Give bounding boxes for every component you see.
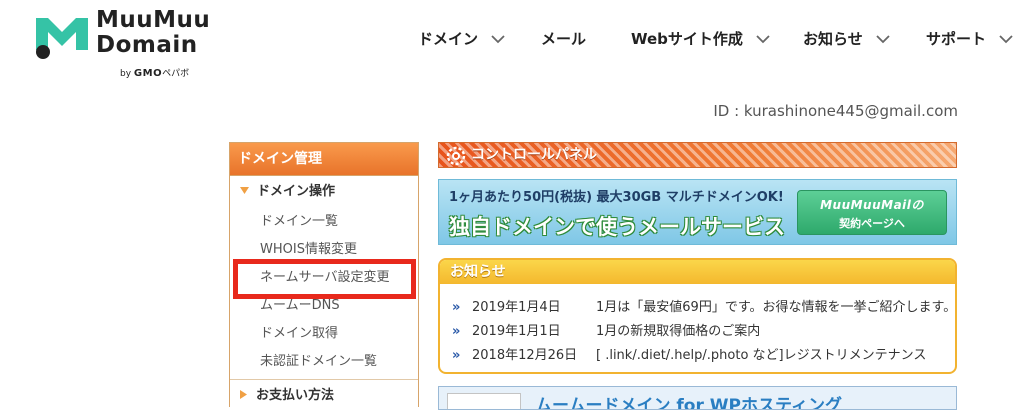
nav-mail[interactable]: メール [541,29,586,49]
banner-thumbnail [447,393,521,409]
wp-hosting-banner[interactable]: ムームードメイン for WPホスティング [438,386,957,410]
sidebar-section-domain-operations[interactable]: ドメイン操作 [230,176,418,208]
sidebar-item-unverified[interactable]: 未認証ドメイン一覧 [230,348,418,376]
news-panel: お知らせ » 2019年1月4日 1月は「最安値69円」です。お得な情報を一挙ご紹介… [438,258,957,374]
nav-support[interactable]: サポート [926,29,1013,49]
mail-banner-headline: 独自ドメインで使うメールサービス [449,215,785,239]
logo-pepabo: ペパボ [162,69,190,79]
nav-domain[interactable]: ドメイン [418,29,505,49]
news-date: 2019年1月4日 [472,300,561,315]
chevron-down-icon [999,35,1013,44]
nameserver-highlight-box [233,259,416,299]
news-date: 2019年1月1日 [472,324,561,339]
mail-button-line1: MuuMuuMailの [820,198,924,212]
nav-mail-label: メール [541,30,587,48]
nav-website-label: Webサイト作成 [631,30,743,48]
sidebar-divider [230,379,418,380]
sidebar-section-label: ドメイン操作 [257,184,336,199]
global-nav: ドメイン メール Webサイト作成 お知らせ サポート [0,29,1024,51]
nav-support-label: サポート [926,30,987,48]
wp-hosting-banner-text: ムームードメイン for WPホスティング [535,396,842,410]
triangle-down-icon [240,176,249,208]
nav-domain-label: ドメイン [418,30,479,48]
news-header: お知らせ [440,260,955,284]
news-item[interactable]: » 2019年1月1日 1月の新規取得価格のご案内 [452,323,760,341]
nav-news[interactable]: お知らせ [803,29,890,49]
muumuu-mail-banner[interactable]: 1ヶ月あたり50円(税抜) 最大30GB マルチドメインOK! 独自ドメインで使… [438,179,957,245]
logo-gmo: GMO [133,68,163,79]
news-date: 2018年12月26日 [472,348,578,363]
sidebar-item-domain-list[interactable]: ドメイン一覧 [230,208,418,236]
mail-contract-button[interactable]: MuuMuuMailの 契約ページへ [797,190,947,235]
double-chevron-right-icon: » [452,300,461,315]
logo-by: by [120,69,132,79]
nav-website[interactable]: Webサイト作成 [631,29,770,49]
mail-banner-subtitle: 1ヶ月あたり50円(税抜) 最大30GB マルチドメインOK! [449,190,784,205]
sidebar-section-payment[interactable]: お支払い方法 [230,380,418,407]
double-chevron-right-icon: » [452,324,461,339]
news-text[interactable]: 1月の新規取得価格のご案内 [596,324,760,339]
chevron-down-icon [876,35,890,44]
sidebar-title: ドメイン管理 [230,143,418,176]
sidebar-section-label: お支払い方法 [256,388,335,403]
news-text[interactable]: 1月は「最安値69円」です。お得な情報を一挙ご紹介します。 [596,300,955,315]
triangle-right-icon [240,380,248,407]
sidebar-item-domain-acquire[interactable]: ドメイン取得 [230,320,418,348]
mail-button-line2: 契約ページへ [839,217,905,230]
control-panel-title: コントロールパネル [471,147,597,163]
news-text[interactable]: [ .link/.diet/.help/.photo など]レジストリメンテナン… [596,348,926,363]
user-id-label: ID : kurashinone445@gmail.com [713,102,958,120]
logo-byline: by GMOペパボ [120,66,189,79]
chevron-down-icon [491,35,505,44]
gear-icon [446,146,466,166]
news-item[interactable]: » 2018年12月26日 [ .link/.diet/.help/.photo な… [452,347,926,365]
control-panel-header: コントロールパネル [438,142,957,168]
news-item[interactable]: » 2019年1月4日 1月は「最安値69円」です。お得な情報を一挙ご紹介します。 [452,299,955,317]
news-title: お知らせ [450,264,506,280]
chevron-down-icon [756,35,770,44]
nav-news-label: お知らせ [803,30,863,48]
double-chevron-right-icon: » [452,348,461,363]
